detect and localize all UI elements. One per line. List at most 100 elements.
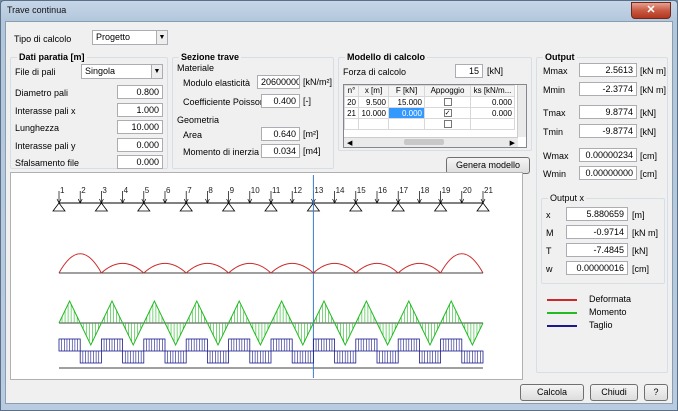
support-checkbox[interactable] xyxy=(443,120,452,129)
area-input[interactable]: 0.640 xyxy=(261,127,300,141)
pile-row-value: Singola xyxy=(85,66,116,76)
grid-column-header[interactable]: n° xyxy=(344,85,359,97)
output-value[interactable]: 0.00000000 xyxy=(579,166,637,180)
scroll-thumb[interactable] xyxy=(404,139,444,145)
output-x-value[interactable]: -0.9714 xyxy=(566,225,628,239)
grid-cell-ks[interactable]: 0.000 xyxy=(470,107,515,119)
piles-group-title: Dati paratia [m] xyxy=(17,52,87,62)
grid-cell-ks[interactable]: 0.000 xyxy=(470,96,515,108)
grid-column-header[interactable]: x [m] xyxy=(358,85,389,97)
legend-swatch xyxy=(547,312,577,314)
grid-cell-f[interactable]: 0.000 xyxy=(388,107,425,119)
table-row[interactable]: 21 10.000 0.000 ✓ 0.000 xyxy=(344,107,515,119)
pile-field-label: Sfalsamento file xyxy=(15,158,80,168)
output-x-value[interactable]: 0.00000016 xyxy=(566,261,628,275)
beam-diagram: 1 2 3 4 5 6 7 8 9 10 11 12 13 14 15 16 17 18 19 20 21 xyxy=(52,175,493,378)
support-checkbox[interactable]: ✓ xyxy=(443,109,452,118)
output-label: Wmin xyxy=(543,169,566,179)
output-x-label: M xyxy=(546,228,554,238)
grid-cell-support[interactable] xyxy=(424,118,471,130)
grid-horizontal-scrollbar[interactable]: ◀ ▶ xyxy=(344,137,518,147)
support-triangle xyxy=(391,202,405,212)
model-table: n° x [m] F [kN] Appoggio ks [kN/m... 20 9.500 1… xyxy=(344,85,515,130)
grid-cell-x[interactable] xyxy=(358,118,389,130)
grid-cell-support[interactable] xyxy=(424,96,471,108)
grid-vertical-scrollbar[interactable] xyxy=(517,85,526,137)
support-checkbox[interactable] xyxy=(443,98,452,107)
model-group-title: Modello di calcolo xyxy=(345,52,428,62)
pile-field-input[interactable]: 0.000 xyxy=(117,137,163,152)
pile-field-input[interactable]: 0.800 xyxy=(117,85,163,99)
close-window-button[interactable]: ✕ xyxy=(631,2,671,19)
pile-field-input[interactable]: 0.000 xyxy=(117,155,163,169)
pile-field-label: Lunghezza xyxy=(15,123,60,133)
grid-cell-x[interactable]: 10.000 xyxy=(358,107,389,119)
output-value[interactable]: 2.5613 xyxy=(579,63,637,77)
node-label: 9 xyxy=(230,186,235,195)
node-label: 13 xyxy=(314,186,323,195)
node-label: 14 xyxy=(336,186,345,195)
support-triangle xyxy=(349,202,363,212)
node-label: 7 xyxy=(187,186,192,195)
grid-cell-f[interactable] xyxy=(388,118,425,130)
output-x-value[interactable]: -7.4845 xyxy=(566,243,628,257)
support-triangle xyxy=(221,202,236,212)
poisson-label: Coefficiente Poisson xyxy=(183,97,265,107)
pile-field-input[interactable]: 10.000 xyxy=(117,120,163,134)
pile-row-select[interactable]: Singola ▼ xyxy=(81,64,163,79)
model-grid[interactable]: n° x [m] F [kN] Appoggio ks [kN/m... 20 9.500 1… xyxy=(343,84,527,148)
pile-field-label: Interasse pali x xyxy=(15,105,76,116)
legend-label: Momento xyxy=(589,307,627,317)
output-x-group: Output x x 5.880659 [m] M -0.9714 [kN m] T -7.4… xyxy=(541,193,665,284)
output-x-unit: [kN m] xyxy=(632,228,658,238)
table-row[interactable] xyxy=(344,118,515,130)
calculate-button[interactable]: Calcola xyxy=(520,384,584,401)
legend-label: Deformata xyxy=(589,294,632,304)
output-value[interactable]: 9.8774 xyxy=(579,105,637,119)
grid-column-header[interactable]: Appoggio xyxy=(424,85,471,97)
modulus-input[interactable]: 20600000 xyxy=(257,75,300,89)
calc-type-select[interactable]: Progetto ▼ xyxy=(92,30,168,45)
node-label: 4 xyxy=(124,186,129,195)
grid-column-header[interactable]: ks [kN/m... xyxy=(470,85,515,97)
force-input[interactable]: 15 xyxy=(455,64,483,78)
grid-cell-n[interactable] xyxy=(344,118,359,130)
calc-type-value: Progetto xyxy=(96,32,131,42)
grid-cell-f[interactable]: 15.000 xyxy=(388,96,425,108)
output-x-value[interactable]: 5.880659 xyxy=(566,207,628,221)
output-unit: [kN m] xyxy=(640,66,666,76)
scroll-right-icon[interactable]: ▶ xyxy=(510,139,515,147)
output-label: Tmax xyxy=(543,108,566,118)
pile-field-input[interactable]: 1.000 xyxy=(117,102,163,117)
table-row[interactable]: 20 9.500 15.000 0.000 xyxy=(344,96,515,108)
output-x-label: w xyxy=(546,264,553,274)
beam-diagram-canvas[interactable]: 1 2 3 4 5 6 7 8 9 10 11 12 13 14 15 16 17 18 19 20 21 xyxy=(10,172,523,380)
close-button[interactable]: Chiudi xyxy=(590,384,638,401)
output-value[interactable]: 0.00000234 xyxy=(579,148,637,162)
output-value[interactable]: -9.8774 xyxy=(579,124,637,138)
grid-cell-ks[interactable] xyxy=(470,118,515,130)
grid-cell-n[interactable]: 20 xyxy=(344,96,359,108)
node-label: 12 xyxy=(293,186,302,195)
node-label: 6 xyxy=(166,186,171,195)
output-unit: [cm] xyxy=(640,169,657,179)
node-label: 20 xyxy=(463,186,472,195)
output-value[interactable]: -2.3774 xyxy=(579,82,637,96)
grid-column-header[interactable]: F [kN] xyxy=(388,85,425,97)
help-button[interactable]: ? xyxy=(644,384,668,401)
grid-cell-support[interactable]: ✓ xyxy=(424,107,471,119)
poisson-input[interactable]: 0.400 xyxy=(261,94,300,108)
section-group-title: Sezione trave xyxy=(179,52,242,62)
poisson-unit: [-] xyxy=(303,96,311,106)
grid-cell-x[interactable]: 9.500 xyxy=(358,96,389,108)
grid-cell-n[interactable]: 21 xyxy=(344,107,359,119)
calc-type-label: Tipo di calcolo xyxy=(14,34,72,44)
force-unit: [kN] xyxy=(487,66,504,76)
inertia-input[interactable]: 0.034 xyxy=(261,144,300,158)
node-label: 3 xyxy=(102,186,107,195)
pile-row-label: File di pali xyxy=(15,67,56,77)
node-label: 16 xyxy=(378,186,387,195)
scroll-left-icon[interactable]: ◀ xyxy=(347,139,352,147)
node-label: 1 xyxy=(60,186,65,195)
node-label: 15 xyxy=(357,186,366,195)
